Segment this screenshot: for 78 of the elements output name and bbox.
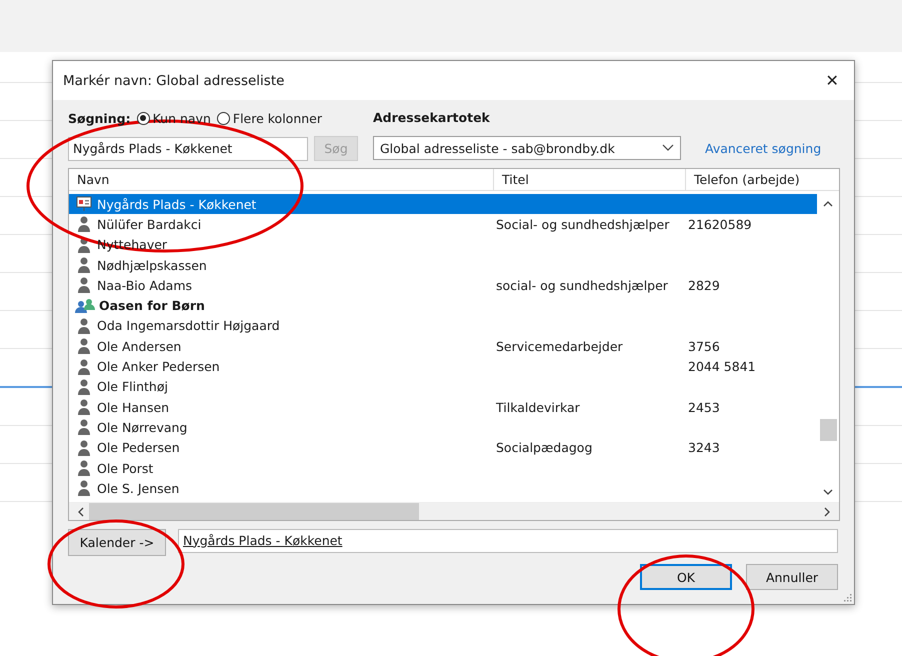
contact-name: Nødhjælpskassen — [97, 258, 207, 273]
phone-number: 3756 — [688, 338, 720, 354]
contact-row[interactable]: Oda Ingemarsdottir Højgaard — [69, 316, 817, 336]
contact-name: Ole Flinthøj — [97, 379, 168, 394]
chevron-down-icon — [662, 144, 674, 152]
contact-name: Ole Anker Pedersen — [97, 359, 220, 374]
contact-name: Nülüfer Bardakci — [97, 216, 202, 232]
person-icon — [75, 236, 93, 253]
contact-row[interactable]: Ole S. Jensen — [69, 478, 817, 498]
scroll-right-icon — [823, 506, 831, 516]
horizontal-scrollbar[interactable] — [69, 502, 839, 520]
contact-name: Ole Pedersen — [97, 440, 180, 456]
resize-grip-icon — [842, 592, 852, 602]
column-header[interactable]: Telefon (arbejde) — [686, 169, 839, 190]
advanced-search-link[interactable]: Avanceret søgning — [705, 140, 822, 156]
person-icon — [75, 257, 93, 274]
person-icon — [75, 277, 93, 294]
room-icon — [75, 196, 93, 212]
contact-row[interactable]: Ole Nørrevang — [69, 417, 817, 438]
address-book-label: Adressekartotek — [373, 109, 491, 127]
phone-number: 2044 5841 — [688, 359, 756, 374]
phone-number: 2453 — [688, 400, 720, 415]
scroll-thumb[interactable] — [89, 503, 419, 520]
calendar-button[interactable]: Kalender -> — [68, 529, 166, 556]
contact-row[interactable]: Naa-Bio Adams social- og sundhedshjælper 2829 — [69, 275, 817, 296]
contact-row[interactable]: Ole Hansen Tilkaldevirkar 2453 — [69, 396, 817, 418]
column-header[interactable]: Navn — [69, 169, 494, 190]
search-field[interactable]: Nygårds Plads - Køkkenet — [68, 136, 308, 160]
contact-name: Oda Ingemarsdottir Højgaard — [97, 318, 280, 334]
person-icon — [75, 460, 93, 476]
person-icon — [75, 318, 93, 334]
radio-option[interactable]: Flere kolonner — [216, 110, 322, 126]
contact-row[interactable]: Nygårds Plads - Køkkenet — [69, 194, 817, 214]
close-button[interactable]: ✕ — [810, 61, 854, 100]
contact-name: Ole Nørrevang — [97, 420, 188, 435]
contact-name: Ole Hansen — [97, 400, 170, 415]
person-icon — [75, 216, 93, 232]
contact-row[interactable]: Ole Andersen Servicemedarbejder 3756 — [69, 336, 817, 356]
person-icon — [75, 440, 93, 456]
job-title: Tilkaldevirkar — [496, 400, 580, 415]
contact-name: Ole Porst — [97, 460, 154, 476]
person-icon — [75, 399, 93, 416]
contact-row[interactable]: Ole Porst — [69, 458, 817, 478]
contact-row[interactable]: Ole Pedersen Socialpædagog 3243 — [69, 438, 817, 458]
address-book-dropdown[interactable]: Global adresseliste - sab@brondby.dk — [373, 136, 681, 160]
contact-row[interactable]: Nødhjælpskassen — [69, 254, 817, 276]
job-title: Servicemedarbejder — [496, 338, 623, 354]
job-title: Socialpædagog — [496, 440, 592, 456]
dialog-button[interactable]: Annuller — [746, 564, 838, 590]
scroll-down-icon — [823, 488, 833, 496]
contact-row[interactable]: Ole Anker Pedersen 2044 5841 — [69, 356, 817, 377]
window-title: Markér navn: Global adresseliste — [63, 72, 284, 88]
scroll-thumb[interactable] — [820, 419, 836, 441]
contact-name: Ole S. Jensen — [97, 480, 180, 496]
contact-name: Nygårds Plads - Køkkenet — [97, 196, 256, 212]
contact-row[interactable]: Ole Flinthøj — [69, 376, 817, 397]
dialog-button[interactable]: OK — [640, 564, 732, 590]
contact-name: Naa-Bio Adams — [97, 278, 192, 293]
job-title: Social- og sundhedshjælper — [496, 216, 670, 232]
group-icon — [75, 298, 95, 314]
column-header[interactable]: Titel — [494, 169, 686, 190]
phone-number: 21620589 — [688, 216, 752, 232]
person-icon — [75, 480, 93, 496]
search-label: Søgning: — [68, 110, 131, 126]
phone-number: 3243 — [688, 440, 720, 456]
job-title: social- og sundhedshjælper — [496, 278, 668, 293]
person-icon — [75, 378, 93, 395]
scroll-left-icon — [77, 506, 85, 516]
person-icon — [75, 419, 93, 436]
scroll-up-icon — [823, 200, 833, 208]
contact-name: Oasen for Børn — [99, 298, 205, 314]
person-icon — [75, 338, 93, 354]
phone-number: 2829 — [688, 278, 720, 293]
person-icon — [75, 358, 93, 375]
contact-row[interactable]: Nülüfer Bardakci Social- og sundhedshjælper 21620589 — [69, 214, 817, 235]
contact-row[interactable]: Oasen for Børn — [69, 295, 817, 316]
selected-name-field[interactable]: Nygårds Plads - Køkkenet — [178, 528, 838, 552]
contact-name: Ole Andersen — [97, 338, 182, 354]
